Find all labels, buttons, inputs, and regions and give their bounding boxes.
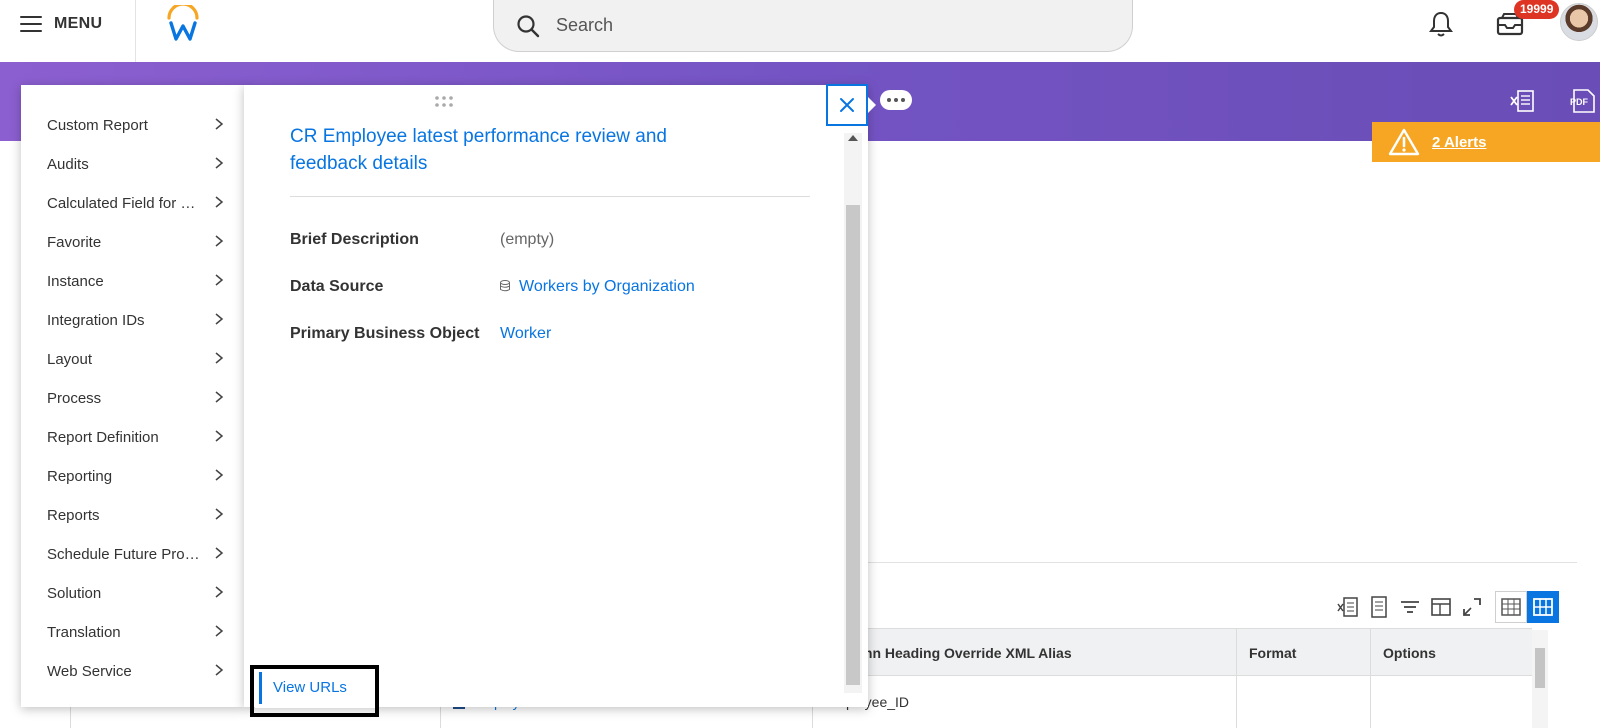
drag-handle-icon[interactable] xyxy=(434,95,454,109)
related-actions-menu: Custom Report Audits Calculated Field fo… xyxy=(21,85,244,707)
filter-icon[interactable] xyxy=(1398,595,1422,619)
menu-item-favorite[interactable]: Favorite xyxy=(21,222,244,262)
alerts-link[interactable]: 2 Alerts xyxy=(1432,134,1486,151)
alerts-banner[interactable]: 2 Alerts xyxy=(1372,122,1600,162)
close-button[interactable] xyxy=(826,84,868,126)
grid-view-icon xyxy=(1533,598,1553,616)
chevron-right-icon xyxy=(215,664,224,676)
menu-item-instance[interactable]: Instance xyxy=(21,261,244,301)
data-source-icon xyxy=(500,280,510,292)
svg-text:PDF: PDF xyxy=(1570,97,1589,107)
chevron-right-icon xyxy=(215,586,224,598)
section-divider xyxy=(865,562,1577,563)
chevron-right-icon xyxy=(215,469,224,481)
menu-item-layout[interactable]: Layout xyxy=(21,339,244,379)
brief-description-label: Brief Description xyxy=(290,231,419,248)
options-cell[interactable] xyxy=(1370,676,1532,728)
search-icon xyxy=(517,14,540,37)
warning-icon xyxy=(1388,128,1420,156)
format-cell[interactable] xyxy=(1236,676,1370,728)
brief-description-value: (empty) xyxy=(500,231,555,248)
chevron-right-icon xyxy=(215,313,224,325)
chevron-right-icon xyxy=(215,547,224,559)
fullscreen-icon[interactable] xyxy=(1460,595,1484,619)
data-source-label-text: Workers by Organization xyxy=(519,278,695,295)
table-view-icon xyxy=(1501,598,1521,616)
divider xyxy=(135,0,136,62)
grid-toolbar xyxy=(1336,590,1559,624)
view-urls-menu-item[interactable]: View URLs xyxy=(259,672,367,704)
column-header-xml-alias[interactable]: mn Heading Override XML Alias xyxy=(848,629,1256,677)
title-divider xyxy=(290,196,810,197)
menu-item-reporting[interactable]: Reporting xyxy=(21,456,244,496)
chevron-right-icon xyxy=(215,508,224,520)
menu-item-reports[interactable]: Reports xyxy=(21,495,244,535)
chevron-right-icon xyxy=(215,430,224,442)
chevron-right-icon xyxy=(215,391,224,403)
notifications-bell-icon[interactable] xyxy=(1428,10,1454,38)
data-source-label: Data Source xyxy=(290,278,384,295)
scrollbar-thumb[interactable] xyxy=(1535,648,1545,688)
column-header-format[interactable]: Format xyxy=(1236,629,1370,677)
menu-item-integration-ids[interactable]: Integration IDs xyxy=(21,300,244,340)
inbox-count-badge: 19999 xyxy=(1514,0,1560,19)
chevron-right-icon xyxy=(215,625,224,637)
top-bar: MENU Search 19999 xyxy=(0,0,1600,62)
menu-item-web-service[interactable]: Web Service xyxy=(21,651,244,691)
view-toggle xyxy=(1495,591,1559,623)
excel-export-icon[interactable] xyxy=(1510,88,1536,114)
user-avatar[interactable] xyxy=(1560,3,1598,41)
report-title-link[interactable]: CR Employee latest performance review an… xyxy=(290,123,710,177)
scrollbar-thumb[interactable] xyxy=(846,205,860,685)
primary-business-object-link[interactable]: Worker xyxy=(500,325,551,343)
chevron-right-icon xyxy=(215,274,224,286)
menu-item-calculated-field[interactable]: Calculated Field for Report xyxy=(21,183,244,223)
grid-view-button[interactable] xyxy=(1527,591,1559,623)
chevron-right-icon xyxy=(215,118,224,130)
search-bar[interactable]: Search xyxy=(493,0,1133,52)
menu-label: MENU xyxy=(54,15,103,32)
table-view-button[interactable] xyxy=(1495,591,1527,623)
xml-alias-cell: Employee_ID xyxy=(812,676,1236,728)
document-icon[interactable] xyxy=(1367,595,1391,619)
scroll-up-arrow-icon[interactable] xyxy=(848,135,858,141)
chevron-right-icon xyxy=(215,196,224,208)
columns-icon[interactable] xyxy=(1429,595,1453,619)
menu-button[interactable]: MENU xyxy=(20,12,102,36)
menu-item-translation[interactable]: Translation xyxy=(21,612,244,652)
menu-item-solution[interactable]: Solution xyxy=(21,573,244,613)
menu-item-process[interactable]: Process xyxy=(21,378,244,418)
chevron-right-icon xyxy=(215,157,224,169)
close-icon xyxy=(840,98,854,112)
table-scrollbar[interactable] xyxy=(1532,630,1548,728)
export-excel-icon[interactable] xyxy=(1336,595,1360,619)
menu-item-audits[interactable]: Audits xyxy=(21,144,244,184)
menu-item-custom-report[interactable]: Custom Report xyxy=(21,105,244,145)
web-service-submenu: View URLs xyxy=(255,668,376,708)
hamburger-icon xyxy=(20,16,42,32)
report-details-popup: CR Employee latest performance review an… xyxy=(244,85,868,707)
popup-scrollbar[interactable] xyxy=(844,133,862,693)
menu-item-report-definition[interactable]: Report Definition xyxy=(21,417,244,457)
menu-item-schedule-future-process[interactable]: Schedule Future Process xyxy=(21,534,244,574)
chevron-right-icon xyxy=(215,352,224,364)
more-actions-icon[interactable] xyxy=(880,90,912,110)
chevron-right-icon xyxy=(215,235,224,247)
pdf-export-icon[interactable]: PDF xyxy=(1568,88,1596,114)
data-source-link[interactable]: Workers by Organization xyxy=(500,278,695,296)
workday-logo-icon[interactable] xyxy=(166,5,200,43)
column-header-options[interactable]: Options xyxy=(1370,629,1532,677)
primary-business-object-label: Primary Business Object xyxy=(290,325,480,342)
search-input[interactable]: Search xyxy=(556,15,613,36)
